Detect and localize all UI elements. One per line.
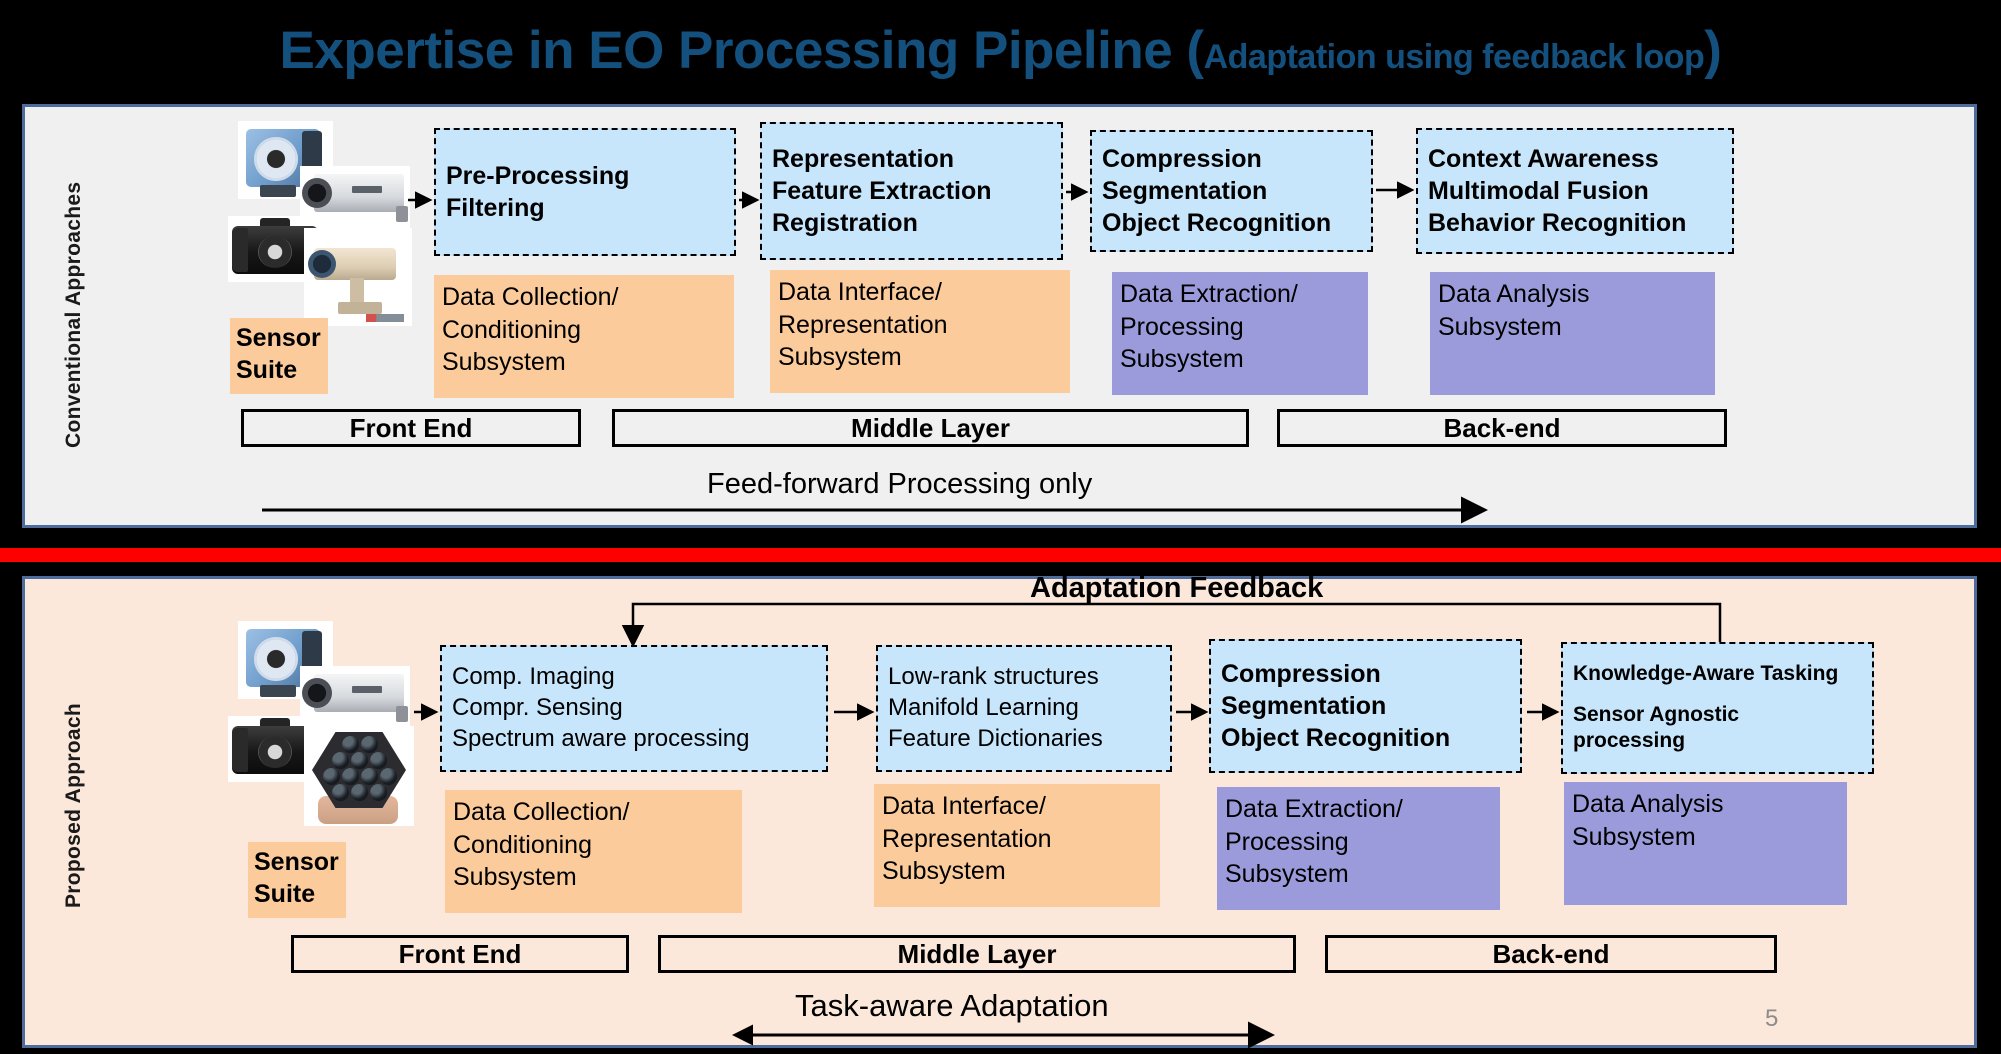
sensor-suite-label-top: Sensor Suite [230, 318, 328, 394]
layer-bar-back-end-top: Back-end [1277, 409, 1727, 447]
layer-bar-middle-top: Middle Layer [612, 409, 1249, 447]
sensor-images-top [228, 118, 413, 333]
title-close-paren: ) [1704, 20, 1722, 80]
slide: Expertise in EO Processing Pipeline (Ada… [0, 0, 2001, 1054]
subsystem-box-data-extraction-top: Data Extraction/ Processing Subsystem [1112, 272, 1368, 395]
page-title: Expertise in EO Processing Pipeline (Ada… [280, 20, 1722, 81]
subsystem-line-3: Subsystem [778, 343, 902, 371]
process-line-1: Representation [772, 145, 954, 173]
page-number: 5 [1765, 1005, 1779, 1032]
subsystem-line-1: Data Collection/ [453, 798, 630, 826]
subsystem-line-2: Processing [1120, 312, 1244, 341]
layer-bar-front-end-bottom: Front End [291, 935, 629, 973]
process-box-representation[interactable]: Representation Feature Extraction Regist… [760, 122, 1063, 260]
bullet-camera-image [304, 228, 412, 326]
process-line-3: Spectrum aware processing [452, 724, 750, 752]
process-line-3: Object Recognition [1102, 209, 1332, 237]
task-aware-adaptation-caption: Task-aware Adaptation [795, 988, 1109, 1023]
title-subtitle: Adaptation using feedback loop [1203, 37, 1705, 76]
subsystem-line-3: Subsystem [882, 857, 1006, 885]
process-line-2: Segmentation [1221, 692, 1387, 720]
subsystem-line-2: Representation [778, 310, 948, 339]
process-box-compression-bottom[interactable]: Compression Segmentation Object Recognit… [1209, 639, 1522, 773]
layer-bar-back-end-bottom: Back-end [1325, 935, 1777, 973]
process-line-2: Filtering [446, 194, 545, 222]
process-line-3: Feature Dictionaries [888, 724, 1103, 752]
sensor-suite-line1: Sensor [254, 848, 339, 876]
subsystem-box-data-extraction-bottom: Data Extraction/ Processing Subsystem [1217, 787, 1500, 910]
process-line-3: Object Recognition [1221, 724, 1451, 752]
adaptation-feedback-caption: Adaptation Feedback [1030, 572, 1324, 604]
subsystem-line-2: Representation [882, 824, 1052, 853]
subsystem-line-3: Subsystem [1120, 345, 1244, 373]
process-line-1: Comp. Imaging [452, 663, 615, 691]
feed-forward-caption: Feed-forward Processing only [707, 468, 1093, 500]
subsystem-box-data-interface-top: Data Interface/ Representation Subsystem [770, 270, 1070, 393]
subsystem-line-2: Processing [1225, 827, 1349, 856]
process-line-2: Sensor Agnostic [1573, 702, 1740, 726]
side-label-conventional: Conventional Approaches [62, 181, 85, 449]
subsystem-line-2: Subsystem [1438, 312, 1562, 341]
sensor-suite-line2: Suite [254, 880, 316, 908]
subsystem-box-data-interface-bottom: Data Interface/ Representation Subsystem [874, 784, 1160, 907]
process-line-2: Multimodal Fusion [1428, 177, 1649, 205]
layer-bar-middle-bottom: Middle Layer [658, 935, 1296, 973]
subsystem-line-1: Data Analysis [1438, 280, 1590, 308]
subsystem-line-1: Data Analysis [1572, 790, 1724, 818]
side-label-proposed: Proposed Approach [62, 702, 85, 908]
subsystem-box-data-collection-bottom: Data Collection/ Conditioning Subsystem [445, 790, 742, 913]
title-main: Expertise in EO Processing Pipeline ( [279, 20, 1205, 80]
lens-array-camera-image [304, 726, 414, 826]
panel-divider [0, 548, 2001, 562]
subsystem-line-3: Subsystem [453, 863, 577, 891]
process-line-3: processing [1573, 729, 1686, 753]
sensor-images-bottom [228, 618, 414, 833]
process-line-1: Pre-Processing [446, 162, 630, 190]
subsystem-line-1: Data Interface/ [778, 278, 942, 306]
process-line-3: Registration [772, 209, 918, 237]
subsystem-line-1: Data Extraction/ [1120, 280, 1298, 308]
sensor-suite-line1: Sensor [236, 324, 321, 352]
process-box-comp-imaging[interactable]: Comp. Imaging Compr. Sensing Spectrum aw… [440, 645, 828, 772]
sensor-suite-label-bottom: Sensor Suite [248, 842, 346, 918]
process-line-1: Compression [1102, 145, 1262, 173]
process-box-context-awareness[interactable]: Context Awareness Multimodal Fusion Beha… [1416, 128, 1734, 254]
process-box-low-rank[interactable]: Low-rank structures Manifold Learning Fe… [876, 645, 1172, 772]
process-line-2: Manifold Learning [888, 694, 1079, 722]
subsystem-box-data-analysis-bottom: Data Analysis Subsystem [1564, 782, 1847, 905]
process-line-3: Behavior Recognition [1428, 209, 1687, 237]
process-line-1: Low-rank structures [888, 663, 1099, 691]
process-line-2: Feature Extraction [772, 177, 992, 205]
process-box-pre-processing[interactable]: Pre-Processing Filtering [434, 128, 736, 256]
sensor-suite-line2: Suite [236, 356, 298, 384]
process-line-2: Segmentation [1102, 177, 1268, 205]
subsystem-line-2: Conditioning [453, 830, 592, 859]
subsystem-line-1: Data Interface/ [882, 792, 1046, 820]
process-line-1: Knowledge-Aware Tasking [1573, 661, 1839, 685]
subsystem-box-data-analysis-top: Data Analysis Subsystem [1430, 272, 1715, 395]
process-box-compression[interactable]: Compression Segmentation Object Recognit… [1090, 130, 1373, 252]
subsystem-line-3: Subsystem [1225, 860, 1349, 888]
subsystem-line-1: Data Extraction/ [1225, 795, 1403, 823]
subsystem-line-2: Subsystem [1572, 822, 1696, 851]
slide-title-bar: Expertise in EO Processing Pipeline (Ada… [0, 0, 2001, 100]
process-line-1: Context Awareness [1428, 145, 1659, 173]
process-line-1: Compression [1221, 660, 1381, 688]
subsystem-line-3: Subsystem [442, 348, 566, 376]
layer-bar-front-end-top: Front End [241, 409, 581, 447]
subsystem-box-data-collection-top: Data Collection/ Conditioning Subsystem [434, 275, 734, 398]
process-line-2: Compr. Sensing [452, 694, 623, 722]
subsystem-line-1: Data Collection/ [442, 283, 619, 311]
process-box-knowledge-aware-tasking[interactable]: Knowledge-Aware Tasking Sensor Agnostic … [1561, 642, 1874, 774]
subsystem-line-2: Conditioning [442, 315, 581, 344]
